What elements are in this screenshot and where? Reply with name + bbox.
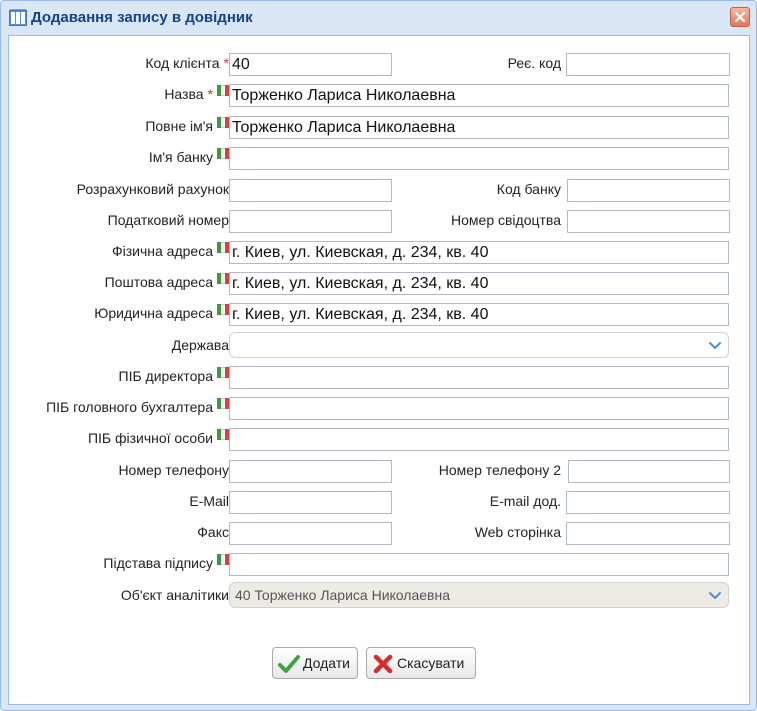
postal-address-field[interactable] [229, 272, 729, 295]
analytics-object-label: Об'єкт аналітики [120, 587, 229, 603]
email-extra-label: E-mail дод. [489, 493, 561, 509]
email-field[interactable] [229, 491, 392, 514]
legal-address-label: Юридична адреса [9, 303, 229, 323]
title-bar[interactable]: Додавання запису в довідник [1, 1, 756, 33]
cancel-button[interactable]: Скасувати [366, 647, 476, 679]
ukraine-flag-icon[interactable] [217, 117, 229, 128]
fax-field[interactable] [229, 522, 392, 545]
cancel-button-label: Скасувати [397, 655, 465, 671]
ukraine-flag-icon[interactable] [217, 304, 229, 315]
website-field[interactable] [566, 522, 730, 545]
ukraine-flag-icon[interactable] [217, 273, 229, 284]
website-label: Web сторінка [474, 524, 561, 540]
individual-field[interactable] [229, 428, 729, 451]
fax-label: Факс [197, 524, 229, 540]
close-icon [735, 12, 745, 22]
certificate-number-field[interactable] [567, 210, 730, 233]
email-label: E-Mail [189, 493, 229, 509]
legal-address-field[interactable] [229, 303, 729, 326]
director-field[interactable] [229, 366, 729, 389]
cross-icon [373, 654, 393, 674]
chevron-down-icon[interactable] [705, 335, 725, 355]
full-name-field[interactable] [229, 116, 729, 139]
chief-accountant-field[interactable] [229, 397, 729, 420]
phone-label: Номер телефону [118, 462, 229, 478]
name-field[interactable] [229, 84, 729, 107]
add-button-label: Додати [303, 655, 350, 671]
ukraine-flag-icon[interactable] [217, 85, 229, 96]
bank-name-label: Ім'я банку [9, 147, 229, 167]
reg-code-field[interactable] [566, 53, 730, 76]
tax-number-label: Податковий номер [107, 212, 229, 228]
individual-label: ПІБ фізичної особи [9, 428, 229, 448]
account-field[interactable] [229, 179, 392, 202]
physical-address-label: Фізична адреса [9, 241, 229, 261]
chief-accountant-label: ПІБ головного бухгалтера [9, 397, 229, 417]
ukraine-flag-icon[interactable] [217, 367, 229, 378]
tax-number-field[interactable] [229, 210, 392, 233]
country-select[interactable] [229, 332, 729, 358]
certificate-number-label: Номер свідоцтва [451, 212, 561, 228]
checkmark-icon [278, 655, 300, 673]
account-label: Розрахунковий рахунок [76, 181, 229, 197]
signature-basis-label: Підстава підпису [9, 553, 229, 573]
analytics-object-select[interactable]: 40 Торженко Лариса Николаевна [229, 582, 729, 608]
add-button[interactable]: Додати [272, 647, 358, 679]
ukraine-flag-icon[interactable] [217, 242, 229, 253]
required-mark: * [207, 86, 213, 102]
window-title: Додавання запису в довідник [31, 9, 253, 26]
client-code-field[interactable] [229, 53, 392, 76]
postal-address-label: Поштова адреса [9, 272, 229, 292]
bank-name-field[interactable] [229, 147, 729, 170]
name-label: Назва * [9, 84, 229, 104]
chevron-down-icon[interactable] [705, 585, 725, 605]
signature-basis-field[interactable] [229, 553, 729, 576]
ukraine-flag-icon[interactable] [217, 398, 229, 409]
reg-code-label: Реє. код [507, 55, 561, 71]
full-name-label: Повне ім'я [9, 116, 229, 136]
ukraine-flag-icon[interactable] [217, 554, 229, 565]
phone2-field[interactable] [568, 460, 730, 483]
ukraine-flag-icon[interactable] [217, 429, 229, 440]
country-label: Держава [171, 337, 229, 353]
phone2-label: Номер телефону 2 [438, 462, 561, 478]
form-body: Код клієнта* Реє. код Назва* Повне ім'я … [8, 35, 750, 705]
phone-field[interactable] [229, 460, 392, 483]
close-button[interactable] [730, 7, 750, 27]
client-code-label: Код клієнта * [145, 55, 229, 71]
dialog-window: Додавання запису в довідник Код клієнта *… [0, 0, 757, 711]
physical-address-field[interactable] [229, 241, 729, 264]
bank-code-label: Код банку [496, 181, 561, 197]
director-label: ПІБ директора [9, 366, 229, 386]
bank-code-field[interactable] [567, 179, 730, 202]
ukraine-flag-icon[interactable] [217, 148, 229, 159]
directory-icon [8, 9, 28, 27]
email-extra-field[interactable] [566, 491, 730, 514]
analytics-object-value: 40 Торженко Лариса Николаевна [235, 587, 450, 603]
